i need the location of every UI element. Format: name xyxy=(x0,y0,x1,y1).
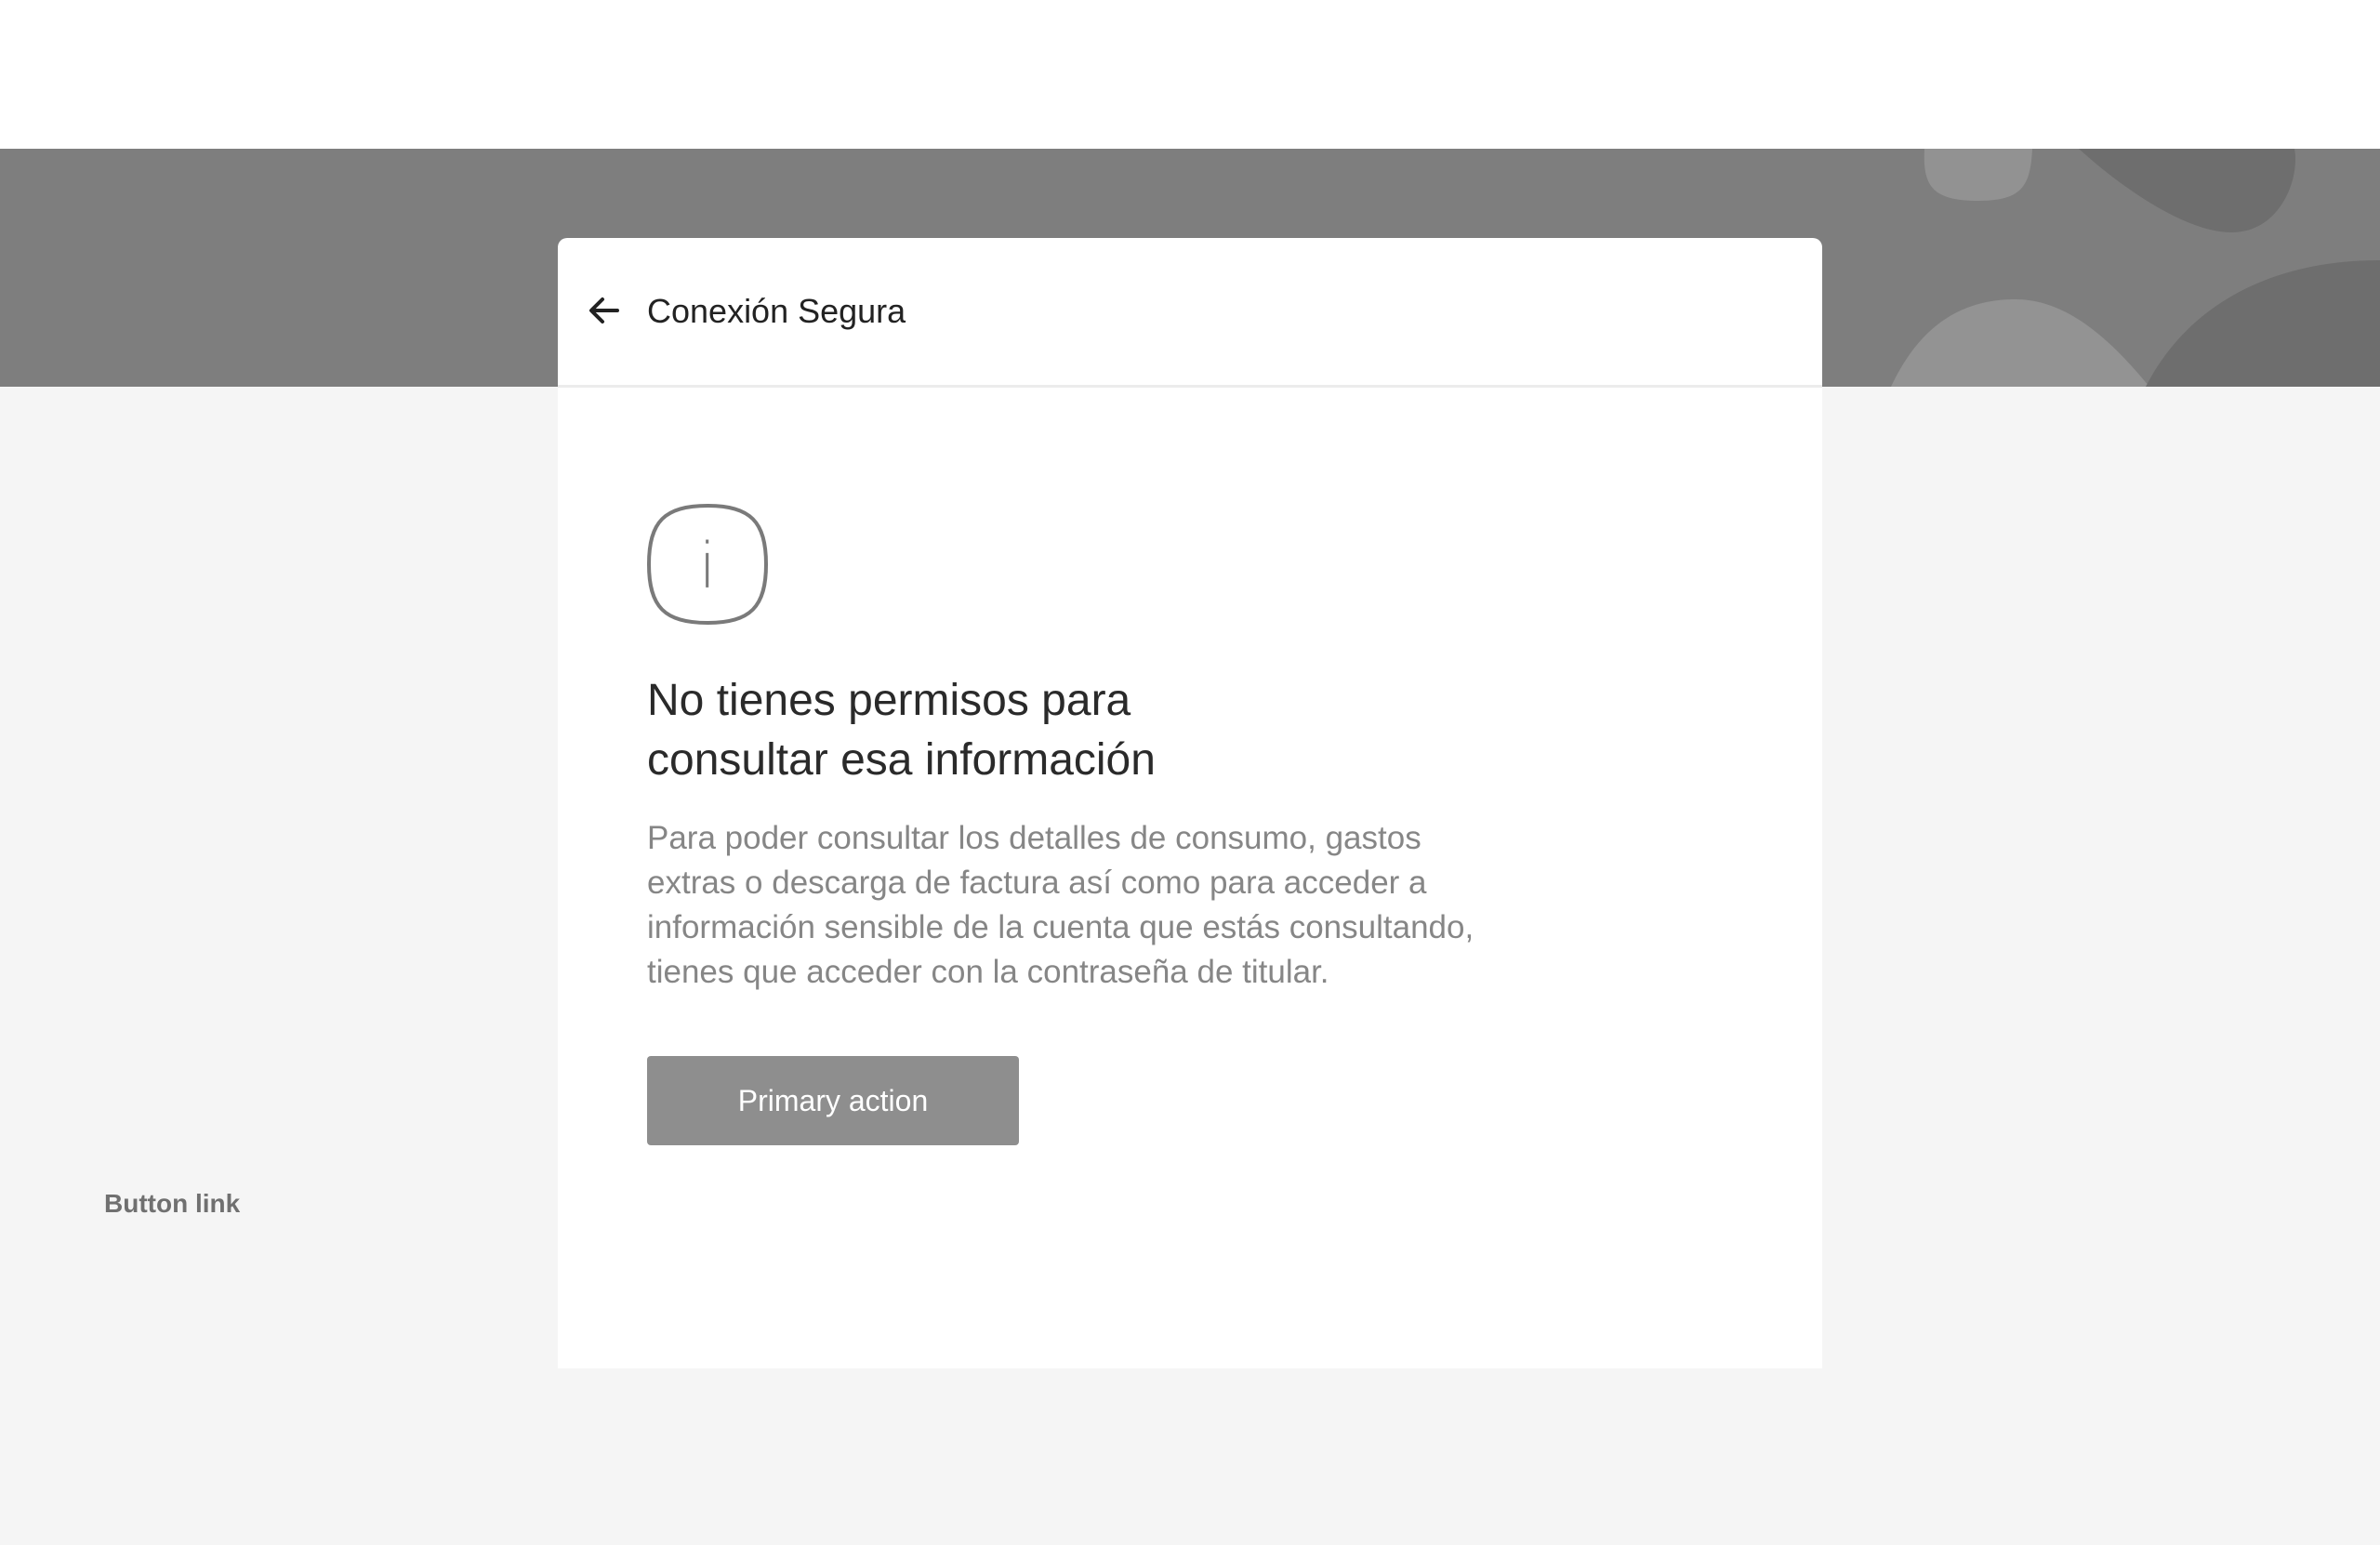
info-icon: i xyxy=(647,504,768,625)
button-link[interactable]: Button link xyxy=(104,1188,240,1220)
card-header: Conexión Segura xyxy=(558,238,1822,388)
description-line: extras o descarga de factura así como pa… xyxy=(647,865,1427,901)
arrow-left-icon xyxy=(589,297,619,324)
headline-line: consultar esa información xyxy=(647,735,1156,785)
primary-action-button[interactable]: Primary action xyxy=(647,1056,1019,1145)
description-line: tienes que acceder con la contraseña de … xyxy=(647,954,1329,990)
page-title: Conexión Segura xyxy=(647,292,906,330)
headline: No tienes permisos para consultar esa in… xyxy=(647,671,1484,790)
description: Para poder consultar los detalles de con… xyxy=(647,816,1502,995)
back-button[interactable] xyxy=(576,283,632,338)
content-card: Conexión Segura i No tienes permisos par… xyxy=(558,238,1822,1368)
description-line: Para poder consultar los detalles de con… xyxy=(647,820,1421,856)
headline-line: No tienes permisos para xyxy=(647,676,1131,725)
top-bar xyxy=(0,0,2380,149)
description-line: información sensible de la cuenta que es… xyxy=(647,909,1474,945)
info-glyph: i xyxy=(699,530,717,603)
